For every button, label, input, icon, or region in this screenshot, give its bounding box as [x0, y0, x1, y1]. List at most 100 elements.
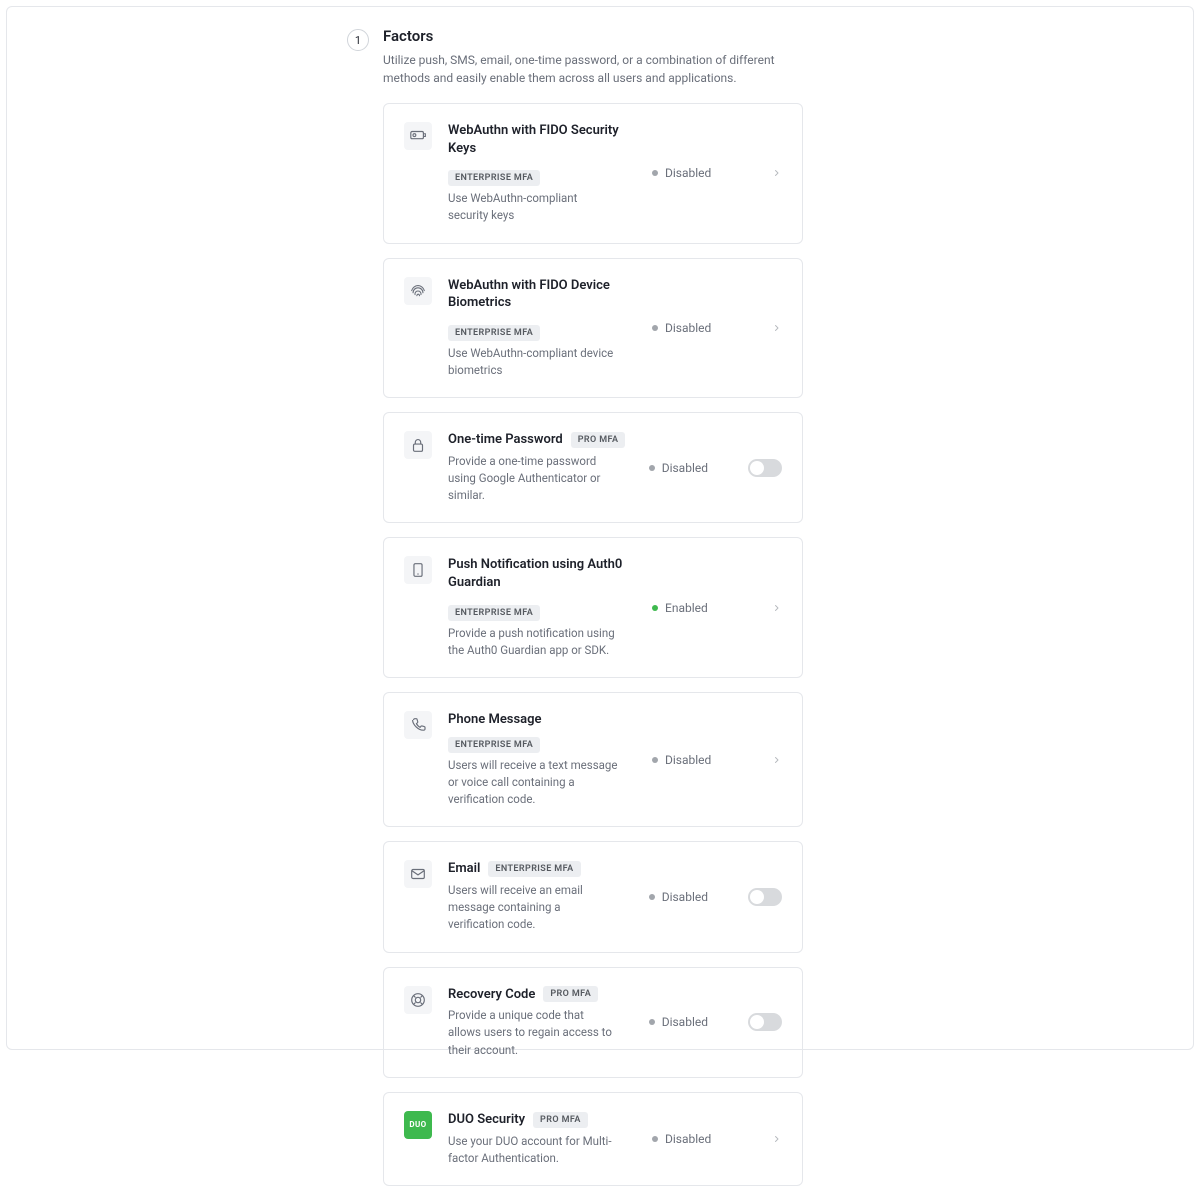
section-step-number: 1 [355, 34, 361, 47]
status-dot [652, 605, 658, 611]
factor-status: Disabled [652, 166, 711, 180]
factor-icon-box: DUO [404, 1111, 432, 1139]
factor-toggle-email[interactable] [748, 888, 782, 906]
factor-right: Disabled [649, 1013, 782, 1031]
factor-description: Provide a unique code that allows users … [448, 1007, 618, 1059]
factor-title: WebAuthn with FIDO Device Biometrics [448, 277, 632, 312]
status-dot [652, 757, 658, 763]
status-dot [649, 1019, 655, 1025]
factor-status: Disabled [649, 461, 708, 475]
factor-description: Users will receive a text message or voi… [448, 757, 618, 809]
status-dot [652, 170, 658, 176]
factor-badge: PRO MFA [571, 432, 626, 448]
factor-right: Enabled [652, 601, 782, 615]
status-dot [649, 894, 655, 900]
status-dot [649, 465, 655, 471]
factor-status: Disabled [649, 1015, 708, 1029]
factor-right: Disabled [652, 166, 782, 180]
mail-icon [409, 865, 427, 883]
factor-status-label: Disabled [665, 1132, 711, 1146]
factor-icon-box [404, 860, 432, 888]
factor-status: Disabled [649, 890, 708, 904]
factor-description: Users will receive an email message cont… [448, 882, 618, 934]
factor-body: DUO Security PRO MFA Use your DUO account … [448, 1111, 632, 1167]
factor-title: One-time Password [448, 431, 563, 449]
chevron-right-icon[interactable] [772, 753, 782, 767]
factor-icon-box [404, 986, 432, 1014]
chevron-right-icon[interactable] [772, 166, 782, 180]
factor-badge: PRO MFA [543, 986, 598, 1002]
section-subtitle: Utilize push, SMS, email, one-time passw… [383, 51, 783, 87]
factor-status-label: Disabled [662, 1015, 708, 1029]
factor-status-label: Disabled [665, 166, 711, 180]
factor-icon-box [404, 711, 432, 739]
factor-body: One-time Password PRO MFA Provide a one-ti… [448, 431, 629, 504]
duo-logo-icon: DUO [409, 1120, 426, 1129]
factor-icon-box [404, 431, 432, 459]
status-dot [652, 325, 658, 331]
section-step-circle: 1 [347, 29, 369, 51]
factor-right: Disabled [652, 321, 782, 335]
factor-title: Push Notification using Auth0 Guardian [448, 556, 632, 591]
factor-title: DUO Security [448, 1111, 525, 1129]
lock-icon [409, 436, 427, 454]
factor-body: Email ENTERPRISE MFA Users will receive an… [448, 860, 629, 933]
chevron-right-icon[interactable] [772, 601, 782, 615]
factor-description: Use your DUO account for Multi-factor Au… [448, 1133, 618, 1168]
factor-status-label: Disabled [662, 461, 708, 475]
factor-title: WebAuthn with FIDO Security Keys [448, 122, 632, 157]
factor-card-recovery: Recovery Code PRO MFA Provide a unique cod… [383, 967, 803, 1078]
chevron-right-icon[interactable] [772, 1132, 782, 1146]
factor-body: WebAuthn with FIDO Security Keys ENTERPRI… [448, 122, 632, 225]
factor-icon-box [404, 556, 432, 584]
factor-title: Phone Message [448, 711, 542, 729]
main-content: 1 Factors Utilize push, SMS, email, one-… [383, 7, 803, 1186]
factor-body: Phone Message ENTERPRISE MFA Users will re… [448, 711, 632, 808]
factor-body: WebAuthn with FIDO Device Biometrics ENTE… [448, 277, 632, 380]
factor-card-push[interactable]: Push Notification using Auth0 Guardian EN… [383, 537, 803, 678]
status-dot [652, 1136, 658, 1142]
factor-description: Provide a one-time password using Google… [448, 453, 618, 505]
phone-tablet-icon [409, 561, 427, 579]
factors-list: WebAuthn with FIDO Security Keys ENTERPRI… [383, 103, 803, 1186]
factor-icon-box [404, 122, 432, 150]
factor-description: Use WebAuthn-compliant security keys [448, 190, 618, 225]
section-header: 1 Factors Utilize push, SMS, email, one-… [347, 27, 803, 87]
factor-right: Disabled [649, 888, 782, 906]
factor-status: Disabled [652, 753, 711, 767]
factor-status: Disabled [652, 321, 711, 335]
factor-status-label: Disabled [662, 890, 708, 904]
factor-badge: ENTERPRISE MFA [448, 605, 540, 621]
factor-right: Disabled [649, 459, 782, 477]
factor-badge: ENTERPRISE MFA [448, 325, 540, 341]
factor-badge: PRO MFA [533, 1112, 588, 1128]
factor-description: Use WebAuthn-compliant device biometrics [448, 345, 618, 380]
factor-title: Email [448, 860, 480, 878]
factor-icon-box [404, 277, 432, 305]
factor-card-phone[interactable]: Phone Message ENTERPRISE MFA Users will re… [383, 692, 803, 827]
factor-card-otp: One-time Password PRO MFA Provide a one-ti… [383, 412, 803, 523]
factor-badge: ENTERPRISE MFA [488, 861, 580, 877]
factor-right: Disabled [652, 753, 782, 767]
factor-toggle-recovery[interactable] [748, 1013, 782, 1031]
factor-title: Recovery Code [448, 986, 535, 1004]
fingerprint-icon [409, 282, 427, 300]
factor-badge: ENTERPRISE MFA [448, 737, 540, 753]
factor-right: Disabled [652, 1132, 782, 1146]
factor-body: Push Notification using Auth0 Guardian EN… [448, 556, 632, 659]
chevron-right-icon[interactable] [772, 321, 782, 335]
factor-card-webauthn-bio[interactable]: WebAuthn with FIDO Device Biometrics ENTE… [383, 258, 803, 399]
factor-card-webauthn-keys[interactable]: WebAuthn with FIDO Security Keys ENTERPRI… [383, 103, 803, 244]
factor-toggle-otp[interactable] [748, 459, 782, 477]
factor-status: Enabled [652, 601, 708, 615]
factor-badge: ENTERPRISE MFA [448, 170, 540, 186]
key-card-icon [409, 127, 427, 145]
factor-status-label: Disabled [665, 753, 711, 767]
lifebuoy-icon [409, 991, 427, 1009]
factor-status-label: Disabled [665, 321, 711, 335]
page-frame: 1 Factors Utilize push, SMS, email, one-… [6, 6, 1194, 1050]
factor-card-duo[interactable]: DUO DUO Security PRO MFA Use your DUO accou… [383, 1092, 803, 1186]
factor-card-email: Email ENTERPRISE MFA Users will receive an… [383, 841, 803, 952]
factor-status-label: Enabled [665, 601, 708, 615]
phone-icon [409, 716, 427, 734]
